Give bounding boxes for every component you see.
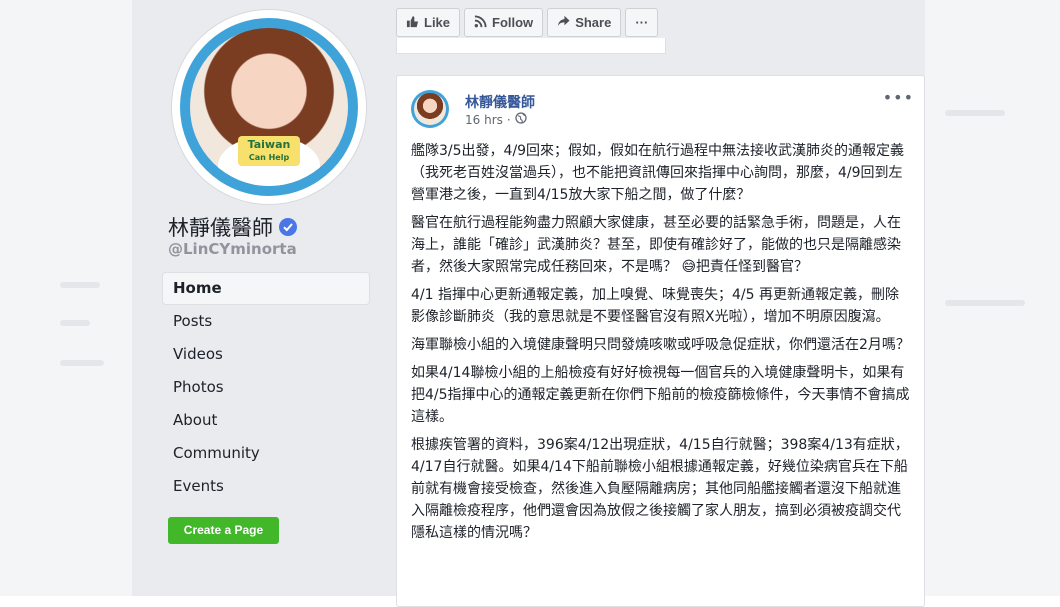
post-author-avatar[interactable] [411,90,449,128]
nav-item-photos[interactable]: Photos [163,372,369,403]
more-actions-button[interactable]: ··· [625,8,659,37]
blurred-text [60,360,104,366]
share-arrow-icon [557,15,570,31]
globe-icon [515,112,527,127]
rss-icon [474,14,487,31]
nav-item-community[interactable]: Community [163,438,369,469]
badge-line-1: Taiwan [247,138,291,151]
follow-button[interactable]: Follow [464,8,544,37]
post-options-icon[interactable]: ••• [883,88,914,107]
verified-badge-icon [279,218,297,236]
badge-line-2: Can Help [248,153,290,162]
like-button[interactable]: Like [396,8,461,37]
nav-item-about[interactable]: About [163,405,369,436]
blurred-text [945,110,1005,116]
thumbs-up-icon [406,15,419,31]
previous-card-edge [396,38,666,54]
left-blurred-area [0,0,132,596]
taiwan-can-help-badge: Taiwan Can Help [238,136,300,166]
post-paragraph: 如果4/14聯檢小組的上船檢疫有好好檢視每一個官兵的入境健康聲明卡，如果有把4/… [411,365,910,425]
page-handle[interactable]: @LinCYminorta [168,240,297,258]
profile-frame: Taiwan Can Help [180,18,358,196]
post-body: 艦隊3/5出發，4/9回來；假如，假如在航行過程中無法接收武漢肺炎的通報定義（我… [411,140,911,550]
more-label: ··· [635,15,649,30]
nav-item-events[interactable]: Events [163,471,369,502]
dot-separator: · [506,112,511,127]
post-paragraph: 根據疾管署的資料，396案4/12出現症狀，4/15自行就醫；398案4/13有… [411,437,909,541]
post-card: 林靜儀醫師 16 hrs · ••• 艦隊3/5出發，4/9回來；假如，假如在航… [396,75,925,607]
post-paragraph: 4/1 指揮中心更新通報定義，加上嗅覺、味覺喪失；4/5 再更新通報定義，刪除影… [411,287,899,325]
right-blurred-area [925,0,1060,596]
page-title: 林靜儀醫師 [168,212,297,242]
profile-picture[interactable]: Taiwan Can Help [172,10,366,204]
nav-item-posts[interactable]: Posts [163,306,369,337]
post-author-name[interactable]: 林靜儀醫師 [465,92,535,112]
page-name-text: 林靜儀醫師 [168,216,273,240]
post-paragraph: 醫官在航行過程能夠盡力照顧大家健康，甚至必要的話緊急手術，問題是，人在海上，誰能… [411,215,901,275]
like-label: Like [424,15,451,30]
nav-item-videos[interactable]: Videos [163,339,369,370]
post-avatar-photo [414,93,446,125]
page-action-bar: Like Follow Share ··· [396,8,659,37]
create-page-button[interactable]: Create a Page [168,517,279,544]
nav-item-home[interactable]: Home [163,273,369,304]
blurred-text [945,300,1025,306]
blurred-text [60,282,100,288]
share-label: Share [575,15,612,30]
share-button[interactable]: Share [547,8,622,37]
page-nav: Home Posts Videos Photos About Community… [163,273,369,504]
post-paragraph: 海軍聯檢小組的入境健康聲明只問發燒咳嗽或呼吸急促症狀，你們還活在2月嗎？ [411,337,910,353]
follow-label: Follow [492,15,534,30]
blurred-text [60,320,90,326]
post-timestamp: 16 hrs · [465,112,527,127]
post-paragraph: 艦隊3/5出發，4/9回來；假如，假如在航行過程中無法接收武漢肺炎的通報定義（我… [411,143,905,203]
post-time-text[interactable]: 16 hrs [465,113,503,127]
